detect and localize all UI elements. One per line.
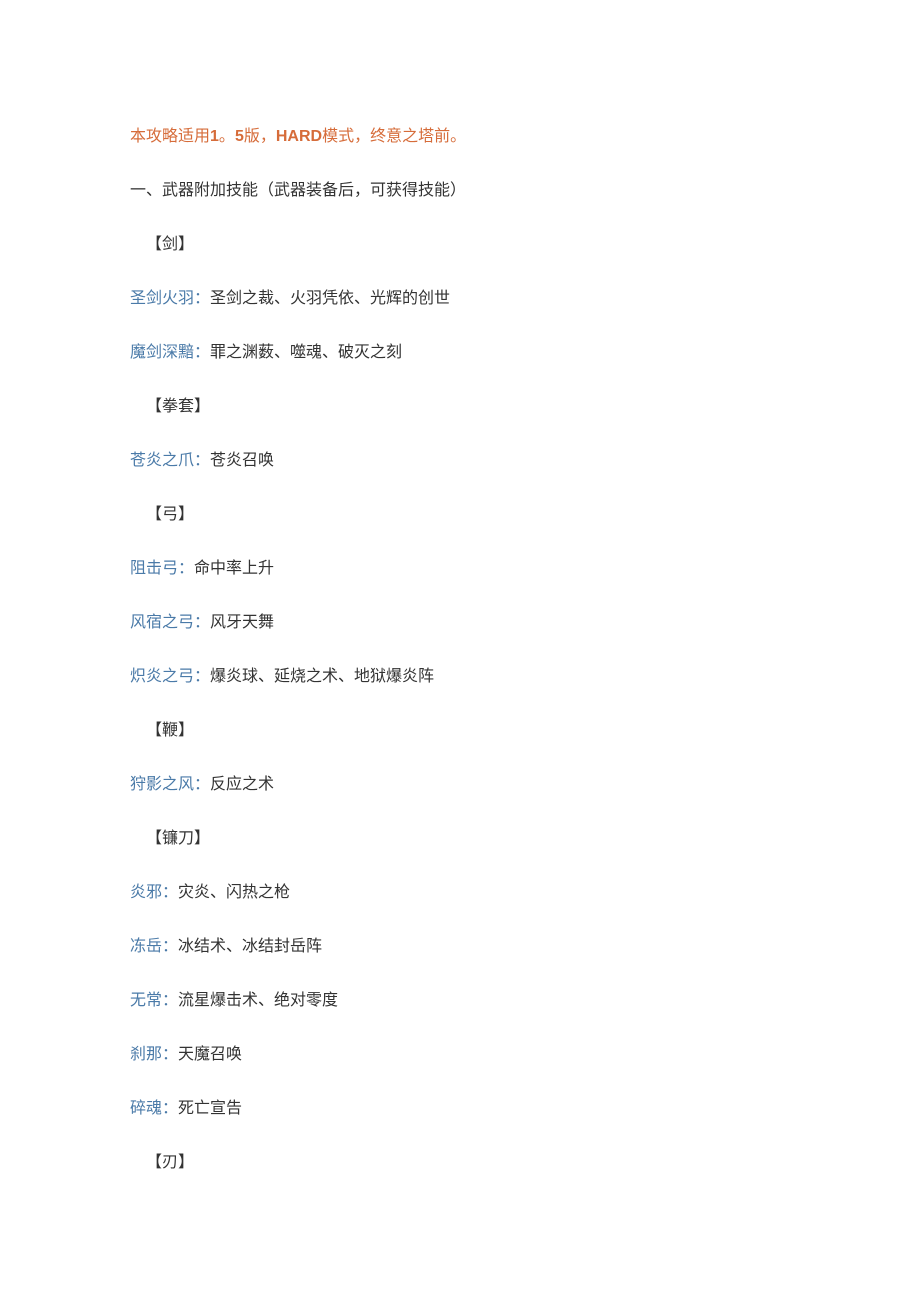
weapon-name: 圣剑火羽：	[130, 290, 210, 307]
category-whip: 【鞭】	[130, 719, 790, 743]
weapon-skills: 天魔召唤	[178, 1046, 242, 1063]
weapon-row: 魔剑深黯：罪之渊薮、噬魂、破灭之刻	[130, 341, 790, 365]
category-blade: 【刃】	[130, 1151, 790, 1175]
weapon-name: 刹那：	[130, 1046, 178, 1063]
version-suffix: 版，	[244, 128, 276, 145]
weapon-row: 炽炎之弓：爆炎球、延烧之术、地狱爆炎阵	[130, 665, 790, 689]
weapon-name: 狩影之风：	[130, 776, 210, 793]
weapon-name: 苍炎之爪：	[130, 452, 210, 469]
comma-1: 。	[219, 128, 235, 145]
guide-header: 本攻略适用1。5版，HARD模式，终意之塔前。	[130, 125, 790, 149]
weapon-skills: 流星爆击术、绝对零度	[178, 992, 338, 1009]
document-content: 本攻略适用1。5版，HARD模式，终意之塔前。 一、武器附加技能（武器装备后，可…	[0, 0, 920, 1265]
weapon-row: 阻击弓：命中率上升	[130, 557, 790, 581]
weapon-row: 圣剑火羽：圣剑之裁、火羽凭依、光辉的创世	[130, 287, 790, 311]
weapon-name: 无常：	[130, 992, 178, 1009]
header-suffix: 模式，终意之塔前。	[322, 128, 466, 145]
version-2: 5	[235, 128, 244, 145]
weapon-skills: 灾炎、闪热之枪	[178, 884, 290, 901]
weapon-skills: 爆炎球、延烧之术、地狱爆炎阵	[210, 668, 434, 685]
weapon-row: 碎魂：死亡宣告	[130, 1097, 790, 1121]
weapon-row: 狩影之风：反应之术	[130, 773, 790, 797]
weapon-row: 刹那：天魔召唤	[130, 1043, 790, 1067]
weapon-skills: 风牙天舞	[210, 614, 274, 631]
header-prefix: 本攻略适用	[130, 128, 210, 145]
weapon-name: 魔剑深黯：	[130, 344, 210, 361]
weapon-row: 风宿之弓：风牙天舞	[130, 611, 790, 635]
weapon-name: 炽炎之弓：	[130, 668, 210, 685]
weapon-row: 冻岳：冰结术、冰结封岳阵	[130, 935, 790, 959]
weapon-row: 炎邪：灾炎、闪热之枪	[130, 881, 790, 905]
section-title: 一、武器附加技能（武器装备后，可获得技能）	[130, 179, 790, 203]
weapon-row: 无常：流星爆击术、绝对零度	[130, 989, 790, 1013]
weapon-name: 风宿之弓：	[130, 614, 210, 631]
category-sword: 【剑】	[130, 233, 790, 257]
weapon-name: 冻岳：	[130, 938, 178, 955]
weapon-skills: 冰结术、冰结封岳阵	[178, 938, 322, 955]
weapon-skills: 命中率上升	[194, 560, 274, 577]
category-bow: 【弓】	[130, 503, 790, 527]
weapon-name: 炎邪：	[130, 884, 178, 901]
weapon-skills: 反应之术	[210, 776, 274, 793]
weapon-row: 苍炎之爪：苍炎召唤	[130, 449, 790, 473]
weapon-skills: 罪之渊薮、噬魂、破灭之刻	[210, 344, 402, 361]
weapon-skills: 苍炎召唤	[210, 452, 274, 469]
weapon-skills: 死亡宣告	[178, 1100, 242, 1117]
weapon-skills: 圣剑之裁、火羽凭依、光辉的创世	[210, 290, 450, 307]
mode: HARD	[276, 128, 322, 145]
weapon-name: 阻击弓：	[130, 560, 194, 577]
category-scythe: 【镰刀】	[130, 827, 790, 851]
version-1: 1	[210, 128, 219, 145]
weapon-name: 碎魂：	[130, 1100, 178, 1117]
category-gloves: 【拳套】	[130, 395, 790, 419]
